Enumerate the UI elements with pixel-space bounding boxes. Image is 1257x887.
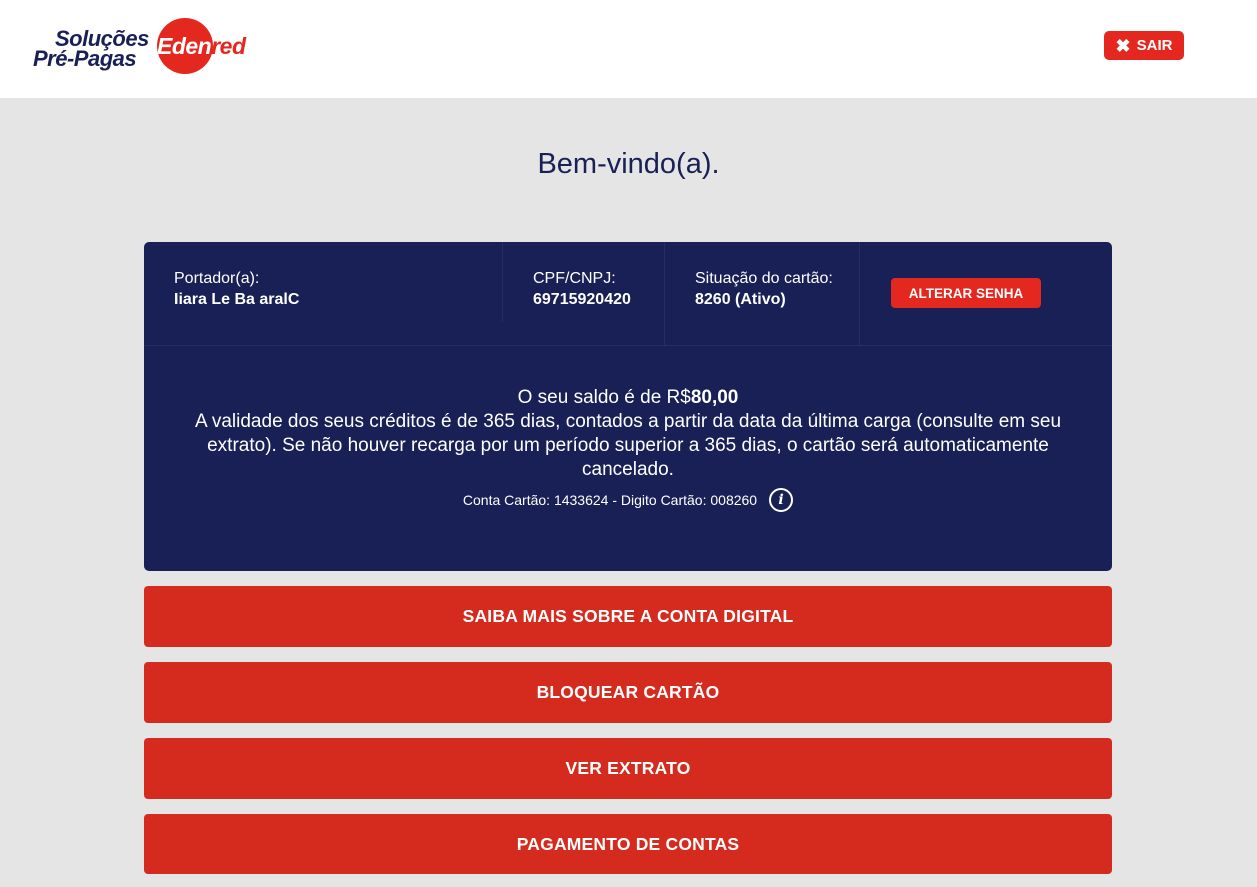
logo-brand-head: Eden	[157, 33, 212, 59]
card-summary: Portador(a): Iiara Le Ba aralC CPF/CNPJ:…	[144, 242, 1112, 571]
holder-cell: Portador(a): Iiara Le Ba aralC	[174, 242, 502, 346]
status-label: Situação do cartão:	[695, 270, 833, 287]
doc-cell: CPF/CNPJ: 69715920420	[502, 242, 664, 322]
welcome-title: Bem-vindo(a).	[537, 148, 720, 180]
change-password-button[interactable]: ALTERAR SENHA	[891, 278, 1041, 308]
status-cell: Situação do cartão: 8260 (Ativo)	[664, 242, 860, 346]
holder-value: Iiara Le Ba aralC	[174, 291, 300, 308]
block-card-button[interactable]: BLOQUEAR CARTÃO	[144, 662, 1112, 723]
top-header: Soluções Pré-Pagas Edenred ✖ SAIR	[0, 0, 1257, 98]
validity-text: A validade dos seus créditos é de 365 di…	[194, 411, 1062, 480]
logo-brand-tail: red	[211, 33, 246, 59]
logout-button[interactable]: ✖ SAIR	[1104, 31, 1184, 60]
doc-label: CPF/CNPJ:	[533, 270, 616, 287]
logo-line2: Pré-Pagas	[33, 46, 137, 71]
view-statement-button[interactable]: VER EXTRATO	[144, 738, 1112, 799]
account-line: Conta Cartão: 1433624 - Digito Cartão: 0…	[144, 488, 1112, 512]
account-text: Conta Cartão: 1433624 - Digito Cartão: 0…	[462, 492, 758, 508]
balance-amount: 80,00	[690, 387, 739, 408]
balance-block: O seu saldo é de R$80,00 A validade dos …	[184, 386, 1072, 482]
balance-line: O seu saldo é de R$80,00	[184, 386, 1072, 410]
close-icon: ✖	[1115, 35, 1131, 56]
edenred-logo[interactable]: Soluções Pré-Pagas Edenred	[33, 18, 253, 78]
logout-label: SAIR	[1136, 37, 1173, 54]
info-icon[interactable]: i	[769, 488, 794, 512]
status-value: 8260 (Ativo)	[695, 291, 786, 308]
password-cell: ALTERAR SENHA	[859, 242, 1112, 346]
holder-label: Portador(a):	[174, 270, 260, 287]
bill-payment-button[interactable]: PAGAMENTO DE CONTAS	[144, 814, 1112, 874]
logo-brand: Edenred	[157, 33, 246, 60]
card-info-row: Portador(a): Iiara Le Ba aralC CPF/CNPJ:…	[144, 242, 1112, 346]
digital-account-button[interactable]: SAIBA MAIS SOBRE A CONTA DIGITAL	[144, 586, 1112, 647]
balance-prefix: O seu saldo é de R$	[517, 387, 691, 408]
doc-value: 69715920420	[533, 291, 631, 308]
